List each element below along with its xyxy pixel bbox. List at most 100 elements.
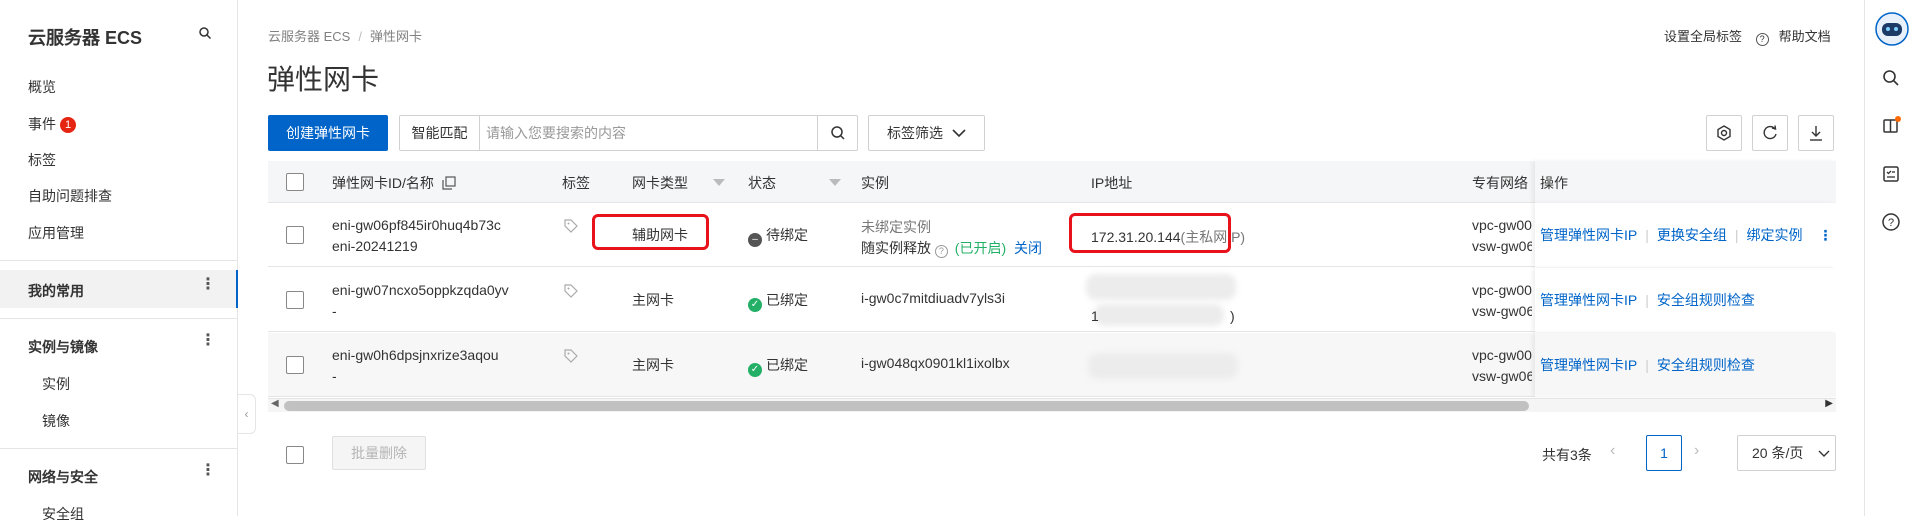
- manage-eni-ip-link[interactable]: 管理弹性网卡IP: [1540, 292, 1637, 308]
- next-page-icon[interactable]: ›: [1694, 442, 1699, 460]
- sidebar-divider: [0, 318, 238, 319]
- total-count: 共有3条: [1542, 447, 1592, 463]
- col-vpc: 专有网络: [1472, 175, 1528, 191]
- ip-partial-close: ): [1230, 308, 1235, 324]
- sidebar-item-events[interactable]: 事件 1: [28, 114, 76, 134]
- change-security-group-link[interactable]: 更换安全组: [1657, 227, 1727, 243]
- vswitch-link[interactable]: vsw-gw06: [1472, 368, 1532, 384]
- breadcrumb: 云服务器 ECS / 弹性网卡: [268, 26, 422, 45]
- export-button[interactable]: [1798, 115, 1834, 151]
- vswitch-link[interactable]: vsw-gw06: [1472, 303, 1532, 319]
- check-icon: ✓: [748, 298, 762, 312]
- sidebar-group-favorites[interactable]: 我的常用: [28, 281, 84, 301]
- sidebar-item-troubleshoot[interactable]: 自助问题排查: [28, 186, 112, 206]
- highlight-box-ip: [1069, 213, 1231, 253]
- search-input[interactable]: [486, 120, 806, 146]
- eni-id-link[interactable]: eni-gw0h6dpsjnxrize3aqou: [332, 347, 499, 363]
- top-links: 设置全局标签 ? 帮助文档: [1664, 26, 1851, 46]
- vpc-link[interactable]: vpc-gw00: [1472, 217, 1532, 233]
- vpc-link[interactable]: vpc-gw00: [1472, 347, 1532, 363]
- more-icon[interactable]: ⋮: [200, 463, 216, 479]
- search-icon: [831, 126, 845, 140]
- sidebar-group-network[interactable]: 网络与安全: [28, 467, 98, 487]
- refresh-button[interactable]: [1752, 115, 1788, 151]
- sidebar-item-images[interactable]: 镜像: [42, 411, 70, 431]
- ip-partial: 1: [1091, 308, 1099, 324]
- status-label: 待绑定: [766, 227, 808, 243]
- sidebar-item-label: 事件: [28, 116, 56, 132]
- copy-icon[interactable]: [442, 176, 456, 190]
- search-icon[interactable]: [1881, 68, 1901, 88]
- row-checkbox[interactable]: [286, 291, 304, 309]
- filter-icon[interactable]: [713, 179, 725, 186]
- tag-filter-button[interactable]: 标签筛选: [868, 115, 985, 151]
- status-bound: ✓ 已绑定: [748, 355, 808, 377]
- manage-eni-ip-link[interactable]: 管理弹性网卡IP: [1540, 357, 1637, 373]
- sidebar-item-overview[interactable]: 概览: [28, 77, 56, 97]
- checklist-icon[interactable]: [1881, 164, 1901, 184]
- instance-link[interactable]: i-gw048qx0901kl1ixolbx: [861, 355, 1010, 371]
- book-icon[interactable]: [1881, 116, 1901, 136]
- search-button[interactable]: [817, 116, 857, 150]
- tag-icon[interactable]: [564, 219, 578, 233]
- sidebar-item-security-groups[interactable]: 安全组: [42, 504, 84, 524]
- search-type-select[interactable]: 智能匹配: [400, 116, 480, 150]
- security-group-rule-check-link[interactable]: 安全组规则检查: [1657, 357, 1755, 373]
- manage-eni-ip-link[interactable]: 管理弹性网卡IP: [1540, 227, 1637, 243]
- bulk-delete-button[interactable]: 批量删除: [332, 436, 426, 470]
- sidebar: 云服务器 ECS 概览 事件 1 标签 自助问题排查 应用管理 我的常用 ⋮ 实例…: [0, 0, 238, 522]
- help-icon[interactable]: ?: [1881, 212, 1901, 232]
- bind-instance-link[interactable]: 绑定实例: [1747, 227, 1803, 243]
- more-icon[interactable]: ⋮: [1818, 227, 1832, 243]
- col-eni-id-label: 弹性网卡ID/名称: [332, 175, 434, 191]
- create-eni-button[interactable]: 创建弹性网卡: [268, 115, 388, 151]
- right-rail: ?: [1864, 0, 1917, 516]
- sidebar-item-tags[interactable]: 标签: [28, 150, 56, 170]
- horizontal-scrollbar[interactable]: ◀ ▶: [268, 398, 1836, 412]
- status-label: 已绑定: [766, 292, 808, 308]
- tag-icon[interactable]: [564, 349, 578, 363]
- col-eni-id: 弹性网卡ID/名称: [332, 173, 456, 193]
- scroll-left-icon[interactable]: ◀: [271, 398, 279, 409]
- instance-link[interactable]: i-gw0c7mitdiuadv7yls3i: [861, 290, 1005, 306]
- status-bound: ✓ 已绑定: [748, 290, 808, 312]
- event-count-badge: 1: [60, 117, 76, 133]
- vswitch-link[interactable]: vsw-gw06: [1472, 238, 1532, 254]
- help-icon[interactable]: ?: [934, 245, 948, 258]
- eni-id-link[interactable]: eni-gw07ncxo5oppkzqda0yv: [332, 282, 509, 298]
- row-checkbox[interactable]: [286, 226, 304, 244]
- sidebar-item-instances[interactable]: 实例: [42, 374, 70, 394]
- release-close-link[interactable]: 关闭: [1014, 240, 1042, 256]
- col-eni-type: 网卡类型: [632, 175, 688, 191]
- sidebar-collapse-handle[interactable]: ‹: [238, 394, 256, 434]
- breadcrumb-ecs[interactable]: 云服务器 ECS: [268, 29, 350, 44]
- security-group-rule-check-link[interactable]: 安全组规则检查: [1657, 292, 1755, 308]
- prev-page-icon[interactable]: ‹: [1610, 442, 1615, 460]
- help-docs-link[interactable]: ? 帮助文档: [1755, 29, 1841, 46]
- chevron-down-icon: [952, 129, 966, 138]
- more-icon[interactable]: ⋮: [200, 277, 216, 293]
- scrollbar-thumb[interactable]: [284, 401, 1529, 411]
- assistant-avatar-icon[interactable]: [1875, 12, 1909, 46]
- eni-id-link[interactable]: eni-gw06pf845ir0huq4b73c: [332, 217, 501, 233]
- settings-button[interactable]: [1706, 115, 1742, 151]
- current-page-button[interactable]: 1: [1646, 435, 1682, 471]
- operations-cell: 管理弹性网卡IP | 安全组规则检查: [1535, 268, 1836, 332]
- col-instance: 实例: [861, 175, 889, 191]
- col-operations: 操作: [1540, 175, 1568, 191]
- redacted-ip: [1088, 353, 1238, 379]
- footer-select-all-checkbox[interactable]: [286, 446, 304, 464]
- vpc-link[interactable]: vpc-gw00: [1472, 282, 1532, 298]
- global-tags-link[interactable]: 设置全局标签: [1664, 29, 1742, 44]
- sidebar-item-app-management[interactable]: 应用管理: [28, 223, 84, 243]
- filter-icon[interactable]: [829, 179, 841, 186]
- scroll-right-icon[interactable]: ▶: [1825, 398, 1833, 409]
- page-size-select[interactable]: 20 条/页: [1737, 435, 1836, 471]
- row-checkbox[interactable]: [286, 356, 304, 374]
- search-icon[interactable]: [198, 26, 212, 40]
- release-enabled-status: (已开启): [954, 240, 1007, 256]
- select-all-checkbox[interactable]: [286, 173, 304, 191]
- tag-icon[interactable]: [564, 284, 578, 298]
- sidebar-group-instances[interactable]: 实例与镜像: [28, 337, 98, 357]
- more-icon[interactable]: ⋮: [200, 333, 216, 349]
